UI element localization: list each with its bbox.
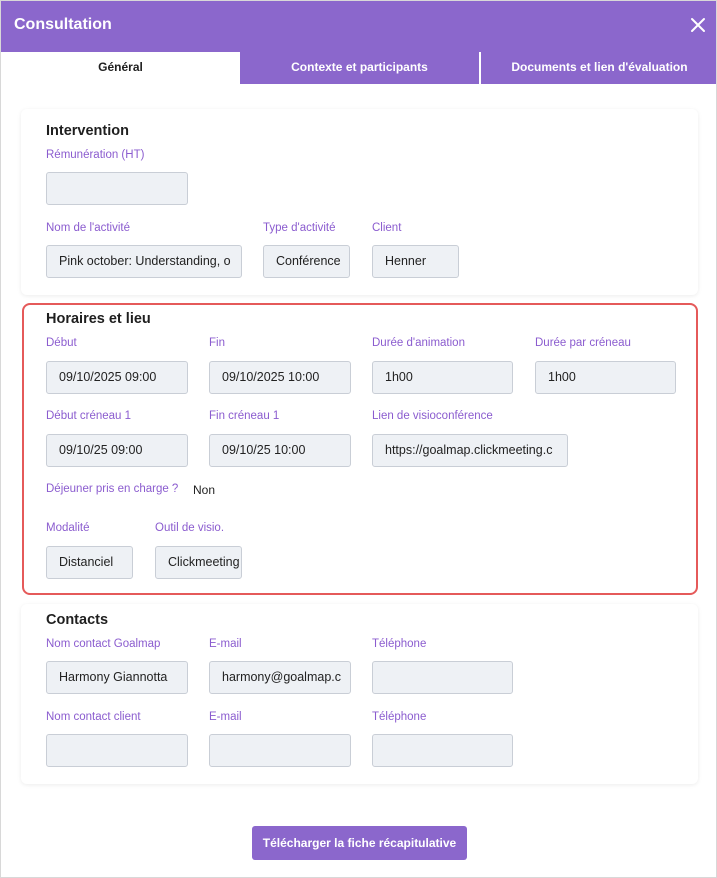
lien-visio-label: Lien de visioconférence (372, 410, 493, 422)
tab-bar: Général Contexte et participants Documen… (1, 52, 716, 84)
client-email-label: E-mail (209, 711, 242, 723)
tab-documents[interactable]: Documents et lien d'évaluation (481, 52, 716, 84)
modalite-label: Modalité (46, 522, 90, 534)
duree-animation-label: Durée d'animation (372, 337, 465, 349)
goalmap-email-field[interactable]: harmony@goalmap.c (209, 661, 351, 694)
fin-creneau-field[interactable]: 09/10/25 10:00 (209, 434, 351, 467)
download-summary-button[interactable]: Télécharger la fiche récapitulative (252, 826, 467, 860)
goalmap-contact-label: Nom contact Goalmap (46, 638, 161, 650)
remuneration-label: Rémunération (HT) (46, 149, 145, 161)
consultation-modal: Consultation Général Contexte et partici… (0, 0, 717, 878)
section-title-contacts: Contacts (46, 612, 109, 628)
activity-name-field[interactable]: Pink october: Understanding, o (46, 245, 242, 278)
client-contact-field[interactable] (46, 734, 188, 767)
client-contact-label: Nom contact client (46, 711, 141, 723)
section-title-horaires: Horaires et lieu (46, 311, 151, 327)
goalmap-email-label: E-mail (209, 638, 242, 650)
fin-creneau-label: Fin créneau 1 (209, 410, 280, 422)
activity-type-label: Type d'activité (263, 222, 336, 234)
client-phone-label: Téléphone (372, 711, 427, 723)
goalmap-phone-label: Téléphone (372, 638, 427, 650)
fin-field[interactable]: 09/10/2025 10:00 (209, 361, 351, 394)
section-title-intervention: Intervention (46, 123, 129, 139)
client-phone-field[interactable] (372, 734, 513, 767)
goalmap-contact-field[interactable]: Harmony Giannotta (46, 661, 188, 694)
dejeuner-label: Déjeuner pris en charge ? (46, 483, 179, 495)
duree-animation-field[interactable]: 1h00 (372, 361, 513, 394)
client-label: Client (372, 222, 402, 234)
close-icon[interactable] (689, 15, 707, 35)
client-field[interactable]: Henner (372, 245, 459, 278)
activity-name-label: Nom de l'activité (46, 222, 131, 234)
debut-creneau-field[interactable]: 09/10/25 09:00 (46, 434, 188, 467)
client-email-field[interactable] (209, 734, 351, 767)
duree-creneau-label: Durée par créneau (535, 337, 631, 349)
duree-creneau-field[interactable]: 1h00 (535, 361, 676, 394)
debut-creneau-label: Début créneau 1 (46, 410, 132, 422)
modal-title: Consultation (14, 16, 112, 33)
modal-header: Consultation (1, 1, 716, 52)
modalite-field[interactable]: Distanciel (46, 546, 133, 579)
tab-general[interactable]: Général (1, 52, 240, 84)
dejeuner-value: Non (193, 483, 216, 497)
remuneration-field[interactable] (46, 172, 188, 205)
fin-label: Fin (209, 337, 225, 349)
debut-field[interactable]: 09/10/2025 09:00 (46, 361, 188, 394)
lien-visio-field[interactable]: https://goalmap.clickmeeting.c (372, 434, 568, 467)
outil-visio-field[interactable]: Clickmeeting (155, 546, 242, 579)
activity-type-field[interactable]: Conférence (263, 245, 350, 278)
goalmap-phone-field[interactable] (372, 661, 513, 694)
tab-contexte[interactable]: Contexte et participants (240, 52, 479, 84)
debut-label: Début (46, 337, 77, 349)
outil-visio-label: Outil de visio. (155, 522, 225, 534)
